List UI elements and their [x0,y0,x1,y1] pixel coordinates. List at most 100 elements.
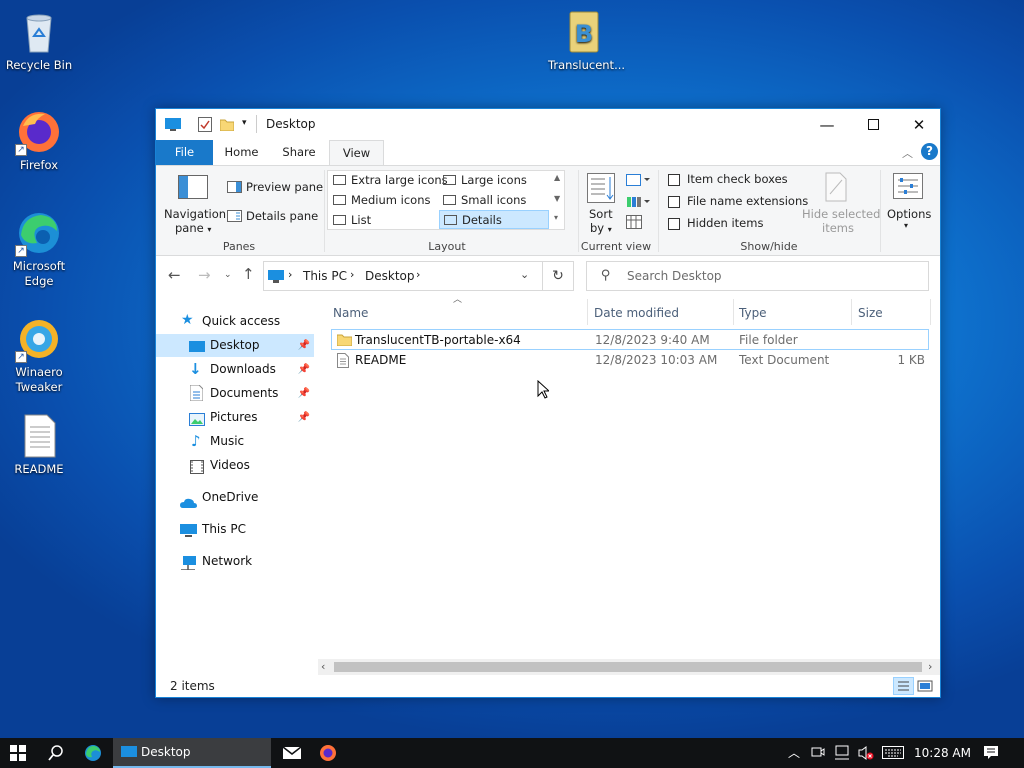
clock[interactable]: 10:28 AM [914,746,971,760]
navigation-pane-button[interactable]: Navigation pane ▾ [161,170,226,235]
file-name-extensions-checkbox[interactable] [668,196,680,208]
shortcut-arrow-icon: ↗ [15,245,27,257]
show-hidden-icons-button[interactable]: ︿ [788,744,800,761]
forward-button[interactable]: → [198,266,211,284]
quick-access-toolbar-dropdown-icon[interactable]: ▾ [242,118,247,128]
desktop-icon-microsoft-edge[interactable]: ↗ Microsoft Edge [3,209,75,289]
layout-more-icon[interactable]: ▾ [554,213,558,222]
properties-icon[interactable] [198,117,212,135]
nav-desktop[interactable]: Desktop 📌 [156,334,314,357]
details-pane-button[interactable]: Details pane [225,207,318,227]
meet-now-icon[interactable] [811,745,825,762]
pin-icon[interactable]: 📌 [298,382,310,405]
column-header-type[interactable]: Type [739,302,767,324]
start-button[interactable] [0,738,36,768]
volume-muted-icon[interactable] [858,745,874,764]
hide-selected-items-button[interactable]: Hide selected items [798,170,880,235]
nav-this-pc[interactable]: This PC [156,518,314,541]
scroll-left-icon[interactable]: ‹ [321,660,325,673]
back-button[interactable]: ← [168,266,181,284]
layout-list[interactable]: List [329,211,437,230]
minimize-button[interactable]: — [804,109,850,140]
item-check-boxes-checkbox[interactable] [668,174,680,186]
file-row[interactable]: README 12/8/2023 10:03 AM Text Document … [331,350,929,371]
up-button[interactable]: ↑ [242,265,255,283]
options-button[interactable]: Options ▾ [884,170,934,234]
breadcrumb-chevron-icon[interactable]: › [288,268,292,281]
scroll-right-icon[interactable]: › [928,660,932,673]
taskbar-edge-button[interactable] [75,738,111,768]
desktop-icon-readme[interactable]: README [3,412,75,477]
taskbar-file-explorer-desktop[interactable]: Desktop [113,738,271,768]
tab-share[interactable]: Share [270,140,328,165]
nav-onedrive[interactable]: OneDrive [156,486,314,509]
column-header-date-modified[interactable]: Date modified [594,302,679,324]
keyboard-icon[interactable] [882,746,904,762]
sort-by-button[interactable]: Sort by ▾ [584,170,618,235]
desktop-icon-label: Microsoft Edge [12,259,66,288]
column-header-size[interactable]: Size [858,302,883,324]
pin-icon[interactable]: 📌 [298,406,310,429]
large-icons-view-button[interactable] [917,678,933,697]
recent-locations-icon[interactable]: ⌄ [224,270,232,280]
nav-downloads[interactable]: ↓ Downloads 📌 [156,358,314,381]
minimize-ribbon-icon[interactable]: ︿ [902,145,913,161]
nav-pictures[interactable]: Pictures 📌 [156,406,314,429]
add-columns-icon[interactable] [626,195,650,212]
maximize-button[interactable] [850,109,896,140]
pin-icon[interactable]: 📌 [298,334,310,357]
title-bar[interactable]: ▾ Desktop — ✕ [156,109,940,140]
scrollbar-thumb[interactable] [334,662,922,672]
network-status-icon[interactable] [834,745,850,763]
hidden-items-label[interactable]: Hidden items [687,216,763,230]
breadcrumb-this-pc[interactable]: This PC [303,269,347,283]
size-columns-icon[interactable] [626,215,642,232]
breadcrumb-desktop[interactable]: Desktop [365,269,415,283]
tab-home[interactable]: Home [213,140,270,165]
close-button[interactable]: ✕ [896,109,942,140]
column-header-name[interactable]: Name [333,302,368,324]
nav-documents[interactable]: Documents 📌 [156,382,314,405]
tab-file[interactable]: File [156,140,213,165]
taskbar-mail-button[interactable] [274,738,310,768]
nav-quick-access[interactable]: ★ Quick access [156,310,314,333]
layout-details[interactable]: Details [439,210,549,229]
nav-network[interactable]: Network [156,550,314,573]
layout-extra-large-icons[interactable]: Extra large icons [329,171,448,190]
refresh-button[interactable]: ↻ [543,261,574,291]
layout-medium-icons[interactable]: Medium icons [329,191,437,210]
desktop-icon-recycle-bin[interactable]: Recycle Bin [3,8,75,73]
desktop-icon-label: Winaero Tweaker [15,365,63,394]
action-center-icon[interactable] [983,745,999,763]
item-check-boxes-label[interactable]: Item check boxes [687,172,788,186]
search-icon [48,745,63,761]
layout-small-icons[interactable]: Small icons [439,191,549,210]
nav-videos[interactable]: Videos [156,454,314,477]
taskbar-firefox-button[interactable] [310,738,346,768]
layout-scroll-down-icon[interactable]: ▼ [554,194,560,203]
file-name-extensions-label[interactable]: File name extensions [687,194,808,208]
desktop-icon-winaero-tweaker[interactable]: ↗ Winaero Tweaker [3,315,75,395]
search-box[interactable]: ⚲ Search Desktop [586,261,929,291]
window-title: Desktop [266,117,316,131]
tab-view[interactable]: View [329,140,384,165]
address-bar[interactable]: › This PC › Desktop › ⌄ [263,261,543,291]
search-button[interactable] [38,738,74,768]
desktop-icon-firefox[interactable]: ↗ Firefox [3,108,75,173]
preview-pane-button[interactable]: Preview pane [225,178,323,198]
breadcrumb-chevron-icon[interactable]: › [350,268,354,281]
help-icon[interactable]: ? [921,143,938,160]
breadcrumb-chevron-icon[interactable]: › [416,268,420,281]
layout-scroll-up-icon[interactable]: ▲ [554,173,560,182]
pin-icon[interactable]: 📌 [298,358,310,381]
address-dropdown-icon[interactable]: ⌄ [520,268,529,281]
file-row[interactable]: TranslucentTB-portable-x64 12/8/2023 9:4… [331,329,929,350]
horizontal-scrollbar[interactable]: ‹ › [318,659,940,675]
new-folder-icon[interactable] [219,117,235,134]
details-view-button[interactable] [893,677,914,695]
nav-music[interactable]: ♪ Music [156,430,314,453]
layout-large-icons[interactable]: Large icons [439,171,549,190]
hidden-items-checkbox[interactable] [668,218,680,230]
group-by-icon[interactable] [626,173,650,190]
desktop-icon-translucenttb[interactable]: B Translucent... [548,8,625,73]
